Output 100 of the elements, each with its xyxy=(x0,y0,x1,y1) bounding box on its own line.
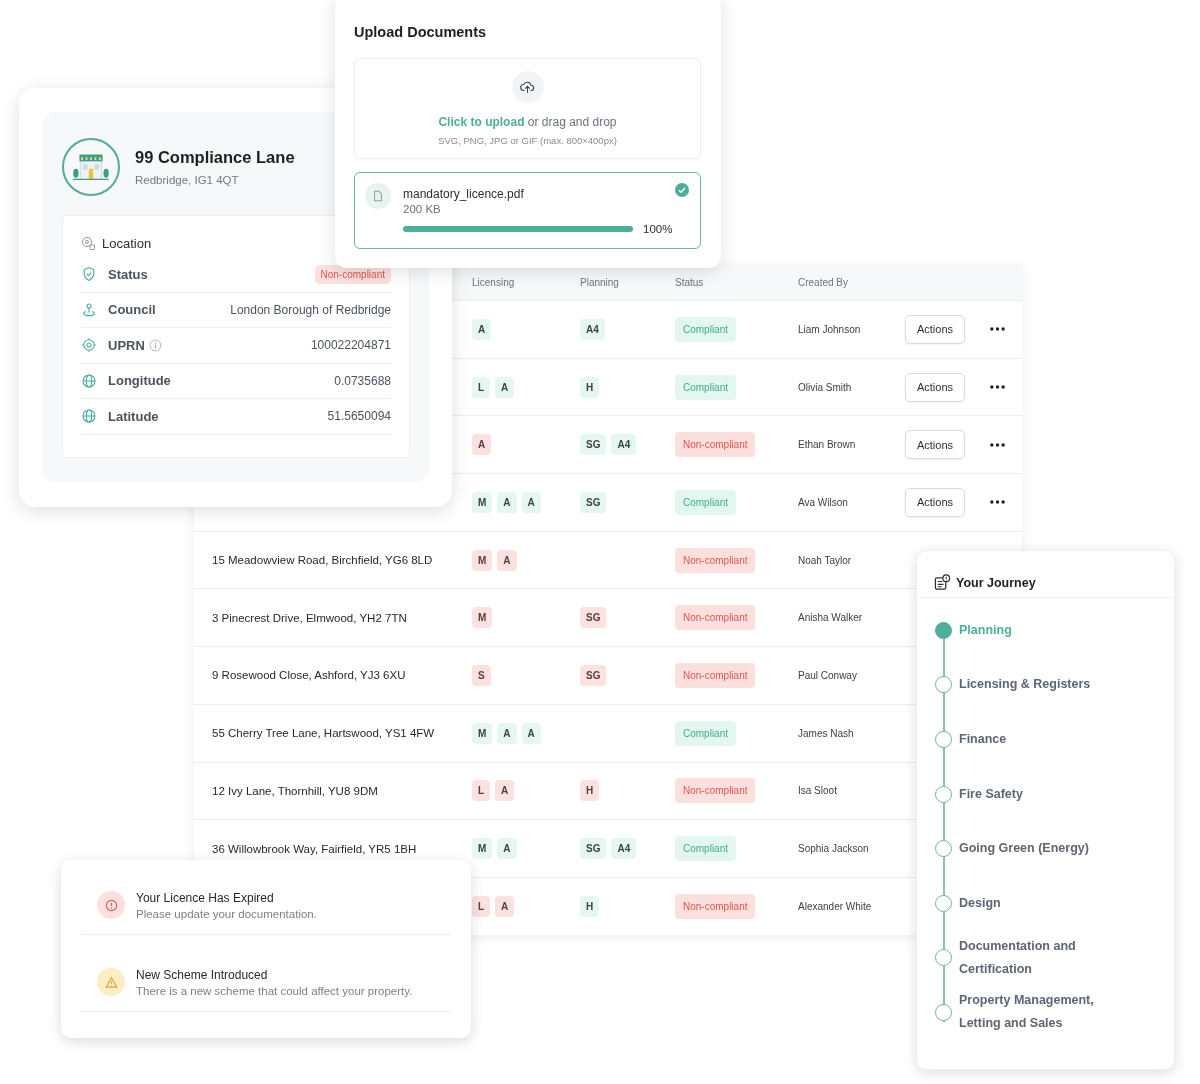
tag: SG xyxy=(580,434,607,456)
property-address: Redbridge, IG1 4QT xyxy=(135,174,240,186)
tag: M xyxy=(472,607,493,629)
status-badge: Compliant xyxy=(675,489,737,515)
status-badge: Compliant xyxy=(675,720,737,746)
journey-step[interactable]: Fire Safety xyxy=(959,782,1129,806)
address-cell-text: 3 Pinecrest Drive, Elmwood, YH2 7TN xyxy=(211,611,408,624)
clipboard-alert-icon xyxy=(934,574,951,591)
tag: A4 xyxy=(580,318,605,340)
location-pin-icon xyxy=(81,236,96,251)
progress-percent: 100% xyxy=(643,223,673,235)
tag: A xyxy=(497,491,517,513)
created-by-cell-text: James Nash xyxy=(798,727,855,739)
tag: L xyxy=(472,376,491,398)
detail-label: Latitude xyxy=(108,408,159,424)
tag: A xyxy=(521,722,541,744)
tag: M xyxy=(472,491,493,513)
file-size: 200 KB xyxy=(403,203,442,215)
upload-prompt: Click to upload or drag and drop xyxy=(438,115,617,129)
created-by-cell-text: Anisha Walker xyxy=(798,612,864,624)
tag: A xyxy=(521,491,541,513)
address-cell-text: 12 Ivy Lane, Thornhill, YU8 9DM xyxy=(211,784,379,797)
tag: A xyxy=(497,722,517,744)
column-header: Licensing xyxy=(472,277,516,288)
tag: L xyxy=(472,780,491,802)
upload-hint: SVG, PNG, JPG or GIF (max. 800×400px) xyxy=(438,135,617,146)
status-badge: Non-compliant xyxy=(675,778,756,804)
more-icon[interactable] xyxy=(990,385,1005,390)
created-by-cell-text: Ethan Brown xyxy=(798,439,857,451)
tag: A xyxy=(495,376,515,398)
target-icon xyxy=(81,337,97,354)
status-badge: Compliant xyxy=(675,374,737,400)
journey-step[interactable]: Going Green (Energy) xyxy=(959,837,1129,861)
upload-dropzone[interactable]: Click to upload or drag and drop SVG, PNG, JPG or GIF (max. 800×400px) xyxy=(354,58,701,159)
journey-step[interactable]: Property Management, Letting and Sales xyxy=(959,989,1129,1036)
created-by-cell-text: Paul Conway xyxy=(798,669,858,681)
address-cell-text: 9 Rosewood Close, Ashford, YJ3 6XU xyxy=(211,669,407,682)
actions-button[interactable]: Actions xyxy=(905,487,965,517)
warning-icon xyxy=(104,975,118,989)
created-by-cell-text: Noah Taylor xyxy=(798,554,853,566)
status-badge: Non-compliant xyxy=(675,432,756,458)
tag: M xyxy=(472,549,493,571)
globe-icon xyxy=(81,408,97,425)
alert-title: Your Licence Has Expired xyxy=(136,890,275,905)
actions-button[interactable]: Actions xyxy=(905,314,965,344)
tag: H xyxy=(580,376,600,398)
tag: H xyxy=(580,780,600,802)
map-pin-icon xyxy=(81,301,97,318)
detail-value: 0.0735688 xyxy=(334,373,391,388)
created-by-cell-text: Ava Wilson xyxy=(798,496,849,508)
section-title: Location xyxy=(102,236,152,251)
more-icon[interactable] xyxy=(990,442,1005,447)
status-badge: Non-compliant xyxy=(675,662,756,688)
address-cell-text: 36 Willowbrook Way, Fairfield, YR5 1BH xyxy=(211,842,418,855)
document-icon xyxy=(372,190,384,202)
detail-label: UPRN xyxy=(108,337,145,353)
card-title: Upload Documents xyxy=(354,24,487,40)
tag: A xyxy=(495,780,515,802)
more-icon[interactable] xyxy=(990,500,1005,505)
tag: L xyxy=(472,895,491,917)
property-title: 99 Compliance Lane xyxy=(135,148,295,167)
address-cell-text: 15 Meadowview Road, Birchfield, YG6 8LD xyxy=(211,554,434,567)
info-icon xyxy=(148,338,162,352)
detail-value: London Borough of Redbridge xyxy=(230,302,391,317)
actions-button[interactable]: Actions xyxy=(905,430,965,460)
created-by-cell-text: Sophia Jackson xyxy=(798,843,870,855)
alert-message: Please update your documentation. xyxy=(136,907,317,920)
column-header: Created By xyxy=(798,277,850,288)
status-badge: Non-compliant xyxy=(675,605,756,631)
more-icon[interactable] xyxy=(990,327,1005,332)
tag: A xyxy=(497,838,517,860)
detail-label: Status xyxy=(108,266,148,282)
journey-step[interactable]: Licensing & Registers xyxy=(959,673,1129,697)
column-header: Planning xyxy=(580,277,620,288)
alert-circle-icon xyxy=(104,898,118,912)
cloud-upload-icon xyxy=(520,79,535,95)
status-badge: Non-compliant xyxy=(675,893,756,919)
tag: SG xyxy=(580,664,607,686)
card-title: Your Journey xyxy=(956,575,1036,590)
actions-button[interactable]: Actions xyxy=(905,372,965,402)
tag: A xyxy=(472,434,492,456)
column-header: Status xyxy=(675,277,705,288)
tag: SG xyxy=(580,838,607,860)
status-badge: Compliant xyxy=(675,836,737,862)
tag: A xyxy=(497,549,517,571)
created-by-cell-text: Liam Johnson xyxy=(798,323,862,335)
alert-message: There is a new scheme that could affect your property. xyxy=(136,984,413,997)
address-cell-text: 55 Cherry Tree Lane, Hartswood, YS1 4FW xyxy=(211,727,436,740)
tag: M xyxy=(472,722,493,744)
journey-step[interactable]: Design xyxy=(959,891,1129,915)
journey-step[interactable]: Documentation and Certification xyxy=(959,934,1129,981)
file-name: mandatory_licence.pdf xyxy=(403,187,525,201)
tag: S xyxy=(472,664,491,686)
shield-icon xyxy=(81,266,97,283)
created-by-cell-text: Olivia Smith xyxy=(798,381,853,393)
created-by-cell-text: Isa Sloot xyxy=(798,785,838,797)
detail-label: Longitude xyxy=(108,373,171,389)
tag: SG xyxy=(580,607,607,629)
globe-icon xyxy=(81,372,97,389)
journey-step[interactable]: Finance xyxy=(959,728,1129,751)
